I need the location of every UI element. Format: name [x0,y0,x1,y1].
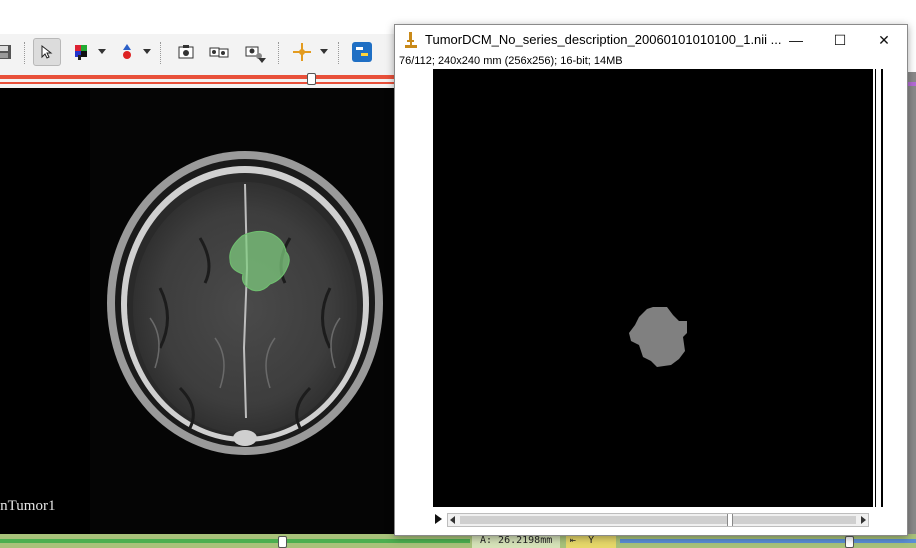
toolbar-separator [160,42,162,64]
background-panel-edge [908,72,916,534]
crosshair-icon [293,43,311,61]
green-slice-slider-track[interactable] [0,539,470,543]
minimize-button[interactable]: — [773,25,819,55]
coordinate-readout: A: 26.2198mm [472,534,561,548]
slider-track-underline [0,82,396,84]
toolbar-separator [24,42,26,64]
scroll-right-icon[interactable] [861,516,866,524]
image-canvas[interactable] [433,69,883,507]
tumor-mask-image [433,69,873,507]
multi-screenshot-button[interactable] [205,38,233,66]
python-console-icon [352,42,372,62]
play-icon[interactable] [435,514,442,524]
maximize-button[interactable]: ☐ [817,25,863,55]
scrollbar-track[interactable] [460,516,856,524]
maximize-icon: ☐ [833,31,847,48]
crosshair-button[interactable] [288,38,316,66]
pointer-tool-button[interactable] [33,38,61,66]
yellow-slice-controls[interactable]: ⇤ Y [566,534,616,548]
blue-slice-slider-track[interactable] [620,539,916,543]
main-toolbar [0,34,400,72]
pin-marker-icon [123,44,131,59]
camera-icon [178,45,194,59]
pointer-icon [41,44,53,59]
chevron-down-icon[interactable] [143,49,151,54]
screenshot-button[interactable] [172,38,200,66]
color-palette-icon [75,45,87,60]
chevron-down-icon[interactable] [320,49,328,54]
scroll-left-icon[interactable] [450,516,455,524]
chevron-down-icon[interactable] [98,49,106,54]
yellow-axis-label: Y [588,535,595,546]
slice-scrollbar[interactable] [447,513,869,527]
green-slice-slider-thumb[interactable] [278,536,287,548]
slice-offset-slider[interactable] [0,72,396,88]
slider-thumb[interactable] [307,73,316,85]
multi-camera-icon [209,47,229,58]
segment-label: inTumor1 [0,498,56,514]
blue-slice-slider-thumb[interactable] [845,536,854,548]
window-title: TumorDCM_No_series_description_200601010… [425,32,782,47]
close-icon: ✕ [878,31,890,48]
scrollbar-thumb[interactable] [727,514,734,526]
edge-accent [908,82,916,86]
toolbar-separator [338,42,340,64]
slice-view-red[interactable]: inTumor1 [0,88,396,534]
minimize-icon: — [789,32,803,48]
python-console-button[interactable] [348,38,376,66]
markup-button[interactable] [113,38,141,66]
bottom-slider-bar: A: 26.2198mm ⇤ Y [0,534,916,548]
vertical-scroll-strip[interactable] [875,69,883,507]
image-info-line: 76/112; 240x240 mm (256x256); 16-bit; 14… [399,55,623,67]
toolbar-separator [278,42,280,64]
imagej-image-window[interactable]: TumorDCM_No_series_description_200601010… [394,24,908,536]
chevron-down-icon[interactable] [258,58,266,63]
microscope-icon [405,32,417,48]
pin-icon[interactable]: ⇤ [570,535,576,546]
mri-axial-slice [90,88,396,534]
slider-track [0,75,396,79]
window-title-bar[interactable]: TumorDCM_No_series_description_200601010… [395,25,907,55]
close-button[interactable]: ✕ [861,25,907,55]
color-palette-button[interactable] [68,38,96,66]
save-icon[interactable] [0,38,18,66]
